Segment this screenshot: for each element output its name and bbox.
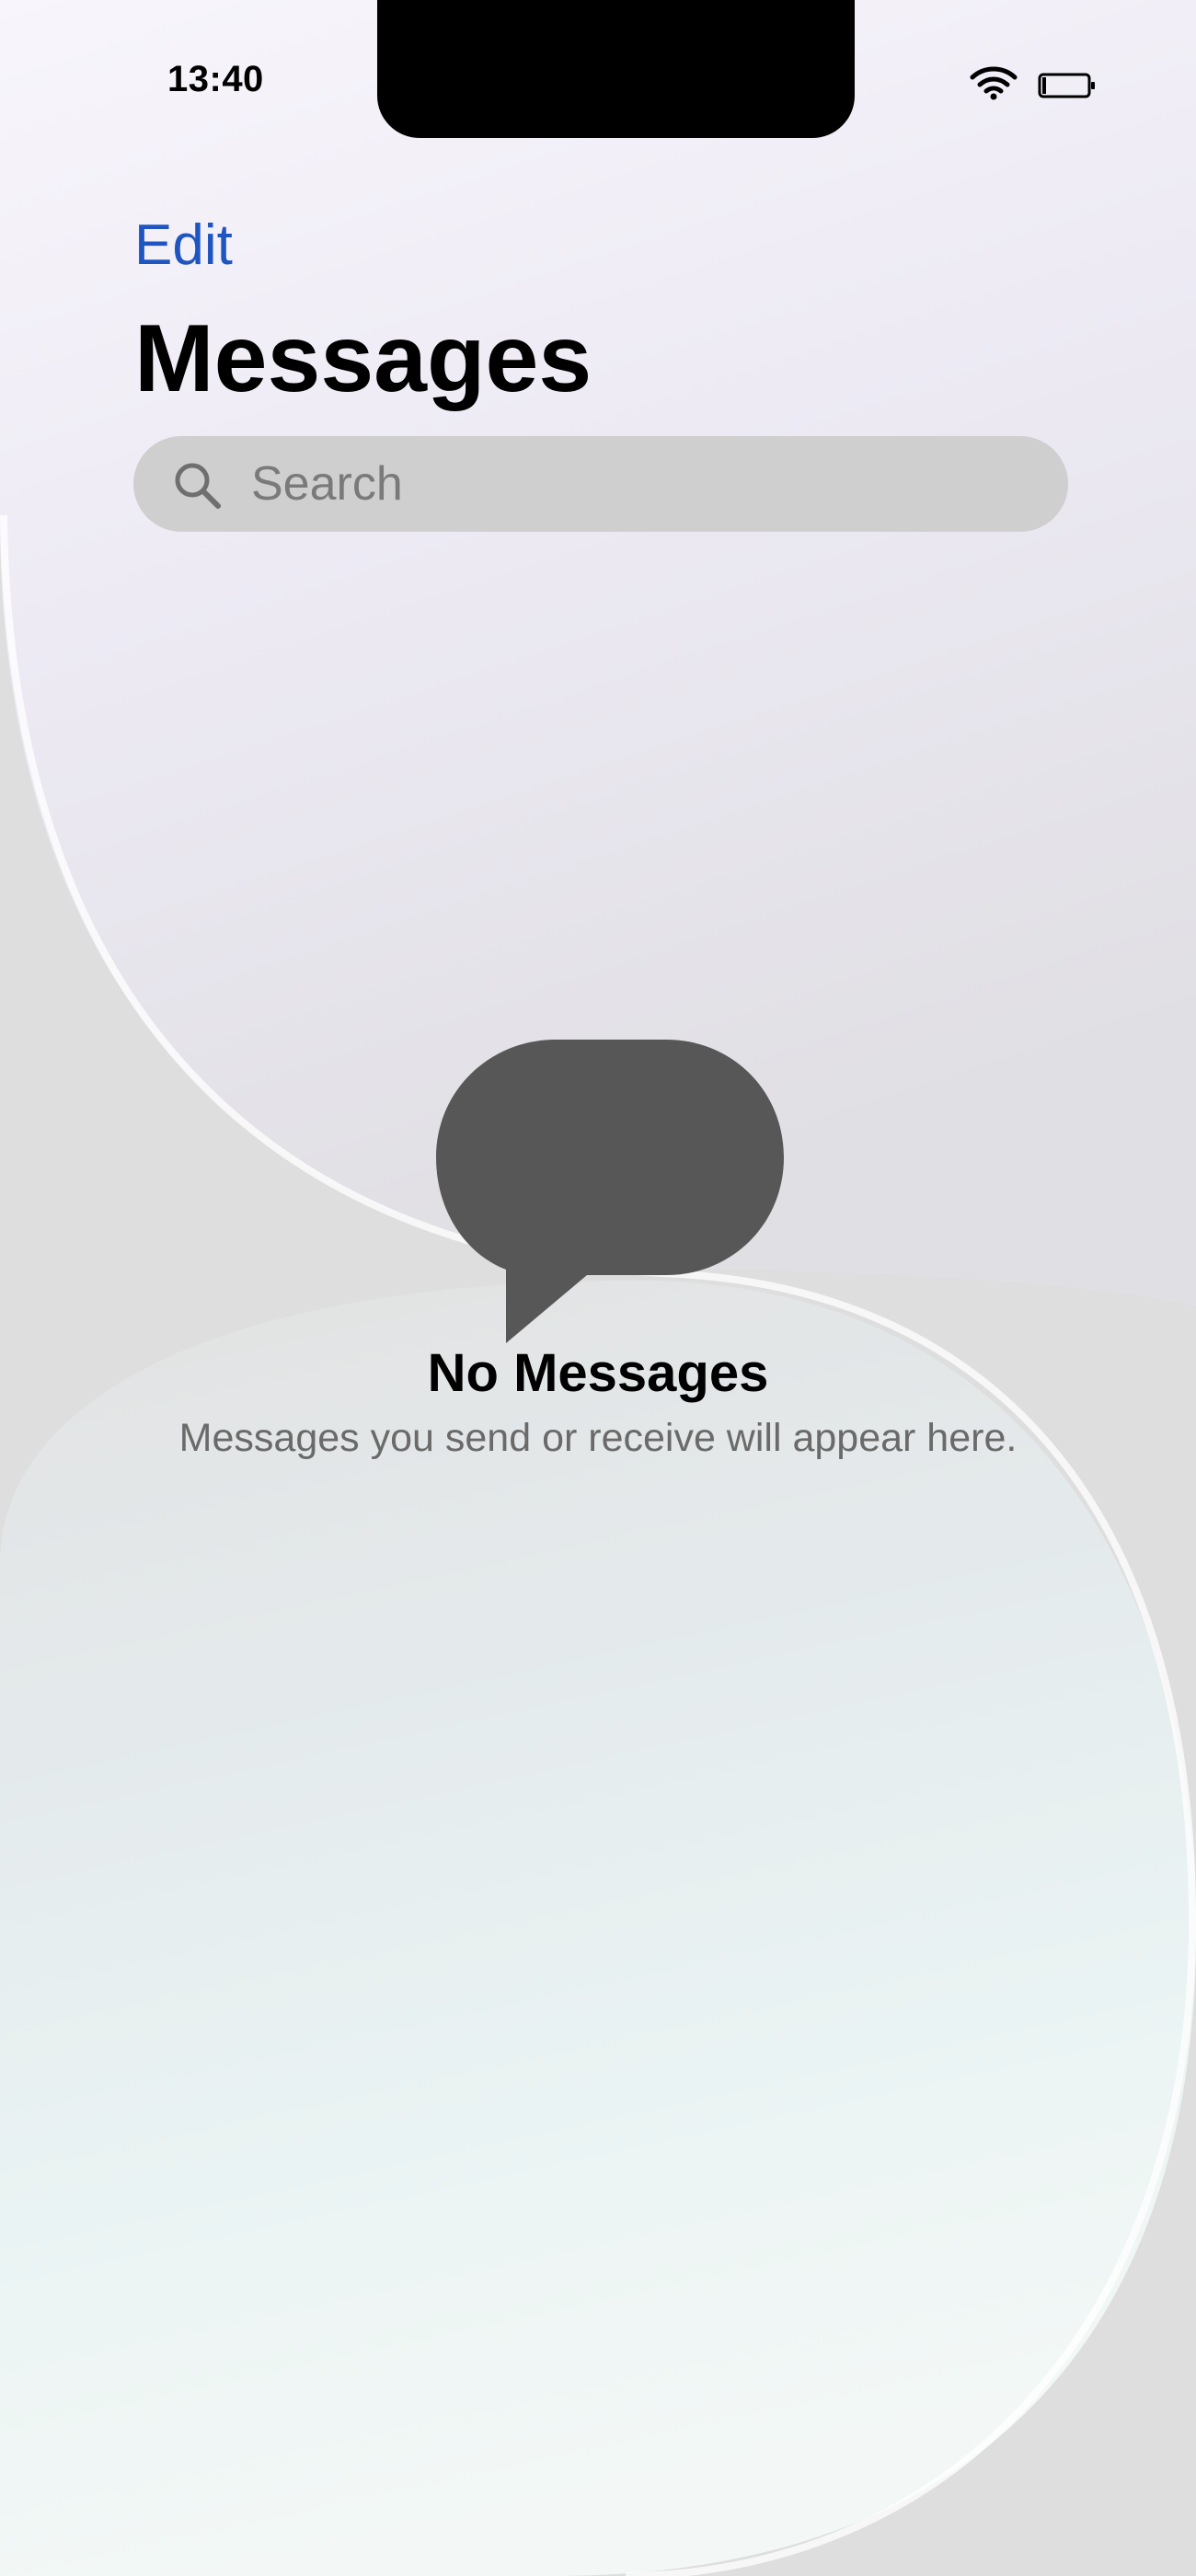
empty-state-title: No Messages xyxy=(427,1343,769,1403)
empty-state-subtitle: Messages you send or receive will appear… xyxy=(178,1416,1018,1460)
battery-icon xyxy=(1038,73,1095,98)
edit-button[interactable]: Edit xyxy=(134,217,233,274)
status-time: 13:40 xyxy=(167,59,264,99)
device-notch xyxy=(377,0,855,138)
wifi-icon xyxy=(970,66,1018,100)
page-title: Messages xyxy=(134,305,592,412)
search-icon xyxy=(175,463,221,509)
search-input[interactable]: Search xyxy=(133,436,1068,532)
search-placeholder: Search xyxy=(251,457,403,511)
status-bar: 13:40 xyxy=(0,0,1196,147)
message-bubble-icon xyxy=(436,1040,784,1343)
